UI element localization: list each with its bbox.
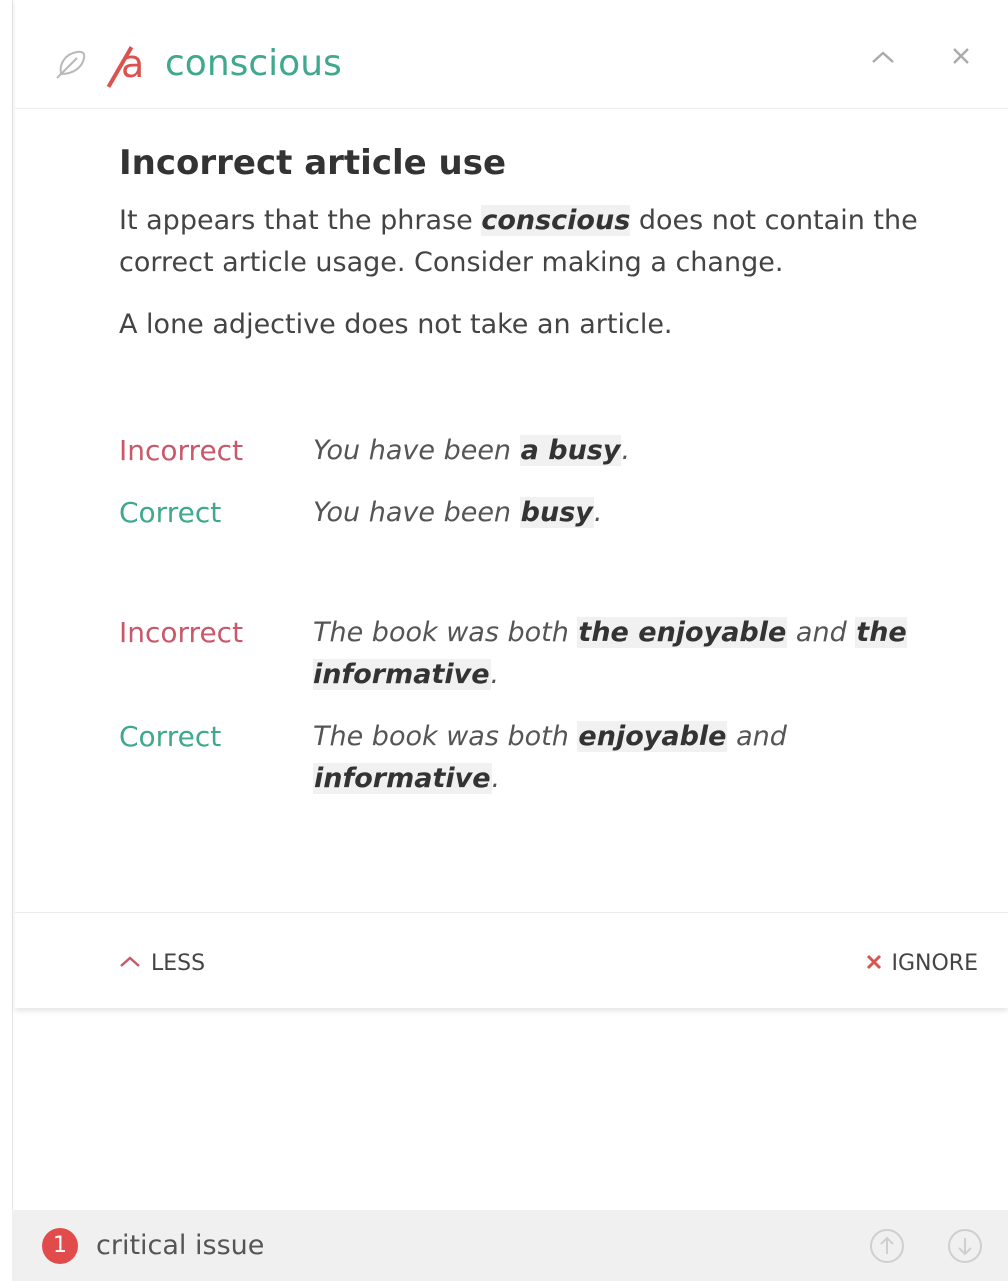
- arrow-down-circle-icon[interactable]: [946, 1227, 984, 1269]
- correct-example: The book was both enjoyable and informat…: [313, 716, 923, 800]
- example-text: and: [727, 721, 787, 752]
- close-icon[interactable]: [949, 44, 973, 72]
- close-icon: [864, 952, 884, 976]
- issue-count-badge: 1: [42, 1228, 78, 1264]
- example-text: You have been: [313, 497, 520, 528]
- ignore-label: IGNORE: [891, 951, 979, 976]
- chevron-up-icon[interactable]: [870, 48, 896, 70]
- example-text: .: [593, 497, 603, 528]
- example-highlight: informative: [313, 763, 492, 794]
- example-text: and: [787, 617, 856, 648]
- example-text: You have been: [313, 435, 520, 466]
- issue-summary: critical issue: [96, 1230, 265, 1261]
- example-highlight: a busy: [519, 435, 622, 466]
- correct-label: Correct: [119, 720, 222, 753]
- removed-article[interactable]: a: [106, 40, 144, 88]
- example-text: .: [621, 435, 631, 466]
- example-row-incorrect: Incorrect You have been a busy.: [119, 430, 939, 472]
- example-text: .: [490, 659, 500, 690]
- card-header: a conscious: [15, 0, 1008, 109]
- suggested-word[interactable]: conscious: [165, 40, 342, 88]
- suggestion-card: a conscious Incorrect article use It app…: [15, 0, 1008, 1008]
- explanation-text-1: It appears that the phrase: [119, 205, 482, 236]
- less-label: LESS: [151, 951, 206, 976]
- example-highlight: enjoyable: [577, 721, 728, 752]
- incorrect-example: The book was both the enjoyable and the …: [313, 612, 923, 696]
- example-text: The book was both: [313, 617, 578, 648]
- example-row-correct: Correct The book was both enjoyable and …: [119, 716, 939, 800]
- issue-title: Incorrect article use: [119, 143, 507, 183]
- rule-paragraph: A lone adjective does not take an articl…: [119, 309, 673, 340]
- explanation-paragraph: It appears that the phrase conscious doe…: [119, 200, 939, 284]
- example-text: .: [491, 763, 501, 794]
- incorrect-example: You have been a busy.: [313, 430, 923, 472]
- status-bar: 1 critical issue: [12, 1210, 1008, 1281]
- feather-icon: [51, 44, 91, 88]
- explanation-section: Incorrect article use It appears that th…: [119, 140, 939, 346]
- example-row-correct: Correct You have been busy.: [119, 492, 939, 534]
- less-button[interactable]: LESS: [119, 951, 205, 976]
- arrow-up-circle-icon[interactable]: [868, 1227, 906, 1269]
- examples-section: Incorrect You have been a busy. Correct …: [119, 430, 939, 800]
- panel-left-border: [12, 0, 13, 1210]
- ignore-button[interactable]: IGNORE: [864, 951, 979, 976]
- example-text: The book was both: [313, 721, 578, 752]
- incorrect-label: Incorrect: [119, 616, 244, 649]
- example-row-incorrect: Incorrect The book was both the enjoyabl…: [119, 612, 939, 696]
- flagged-phrase: conscious: [481, 205, 631, 236]
- example-highlight: busy: [519, 497, 594, 528]
- card-footer: LESS IGNORE: [15, 912, 1008, 1009]
- correct-example: You have been busy.: [313, 492, 923, 534]
- chevron-up-icon: [119, 954, 141, 973]
- correct-label: Correct: [119, 496, 222, 529]
- incorrect-label: Incorrect: [119, 434, 244, 467]
- example-highlight: the enjoyable: [577, 617, 788, 648]
